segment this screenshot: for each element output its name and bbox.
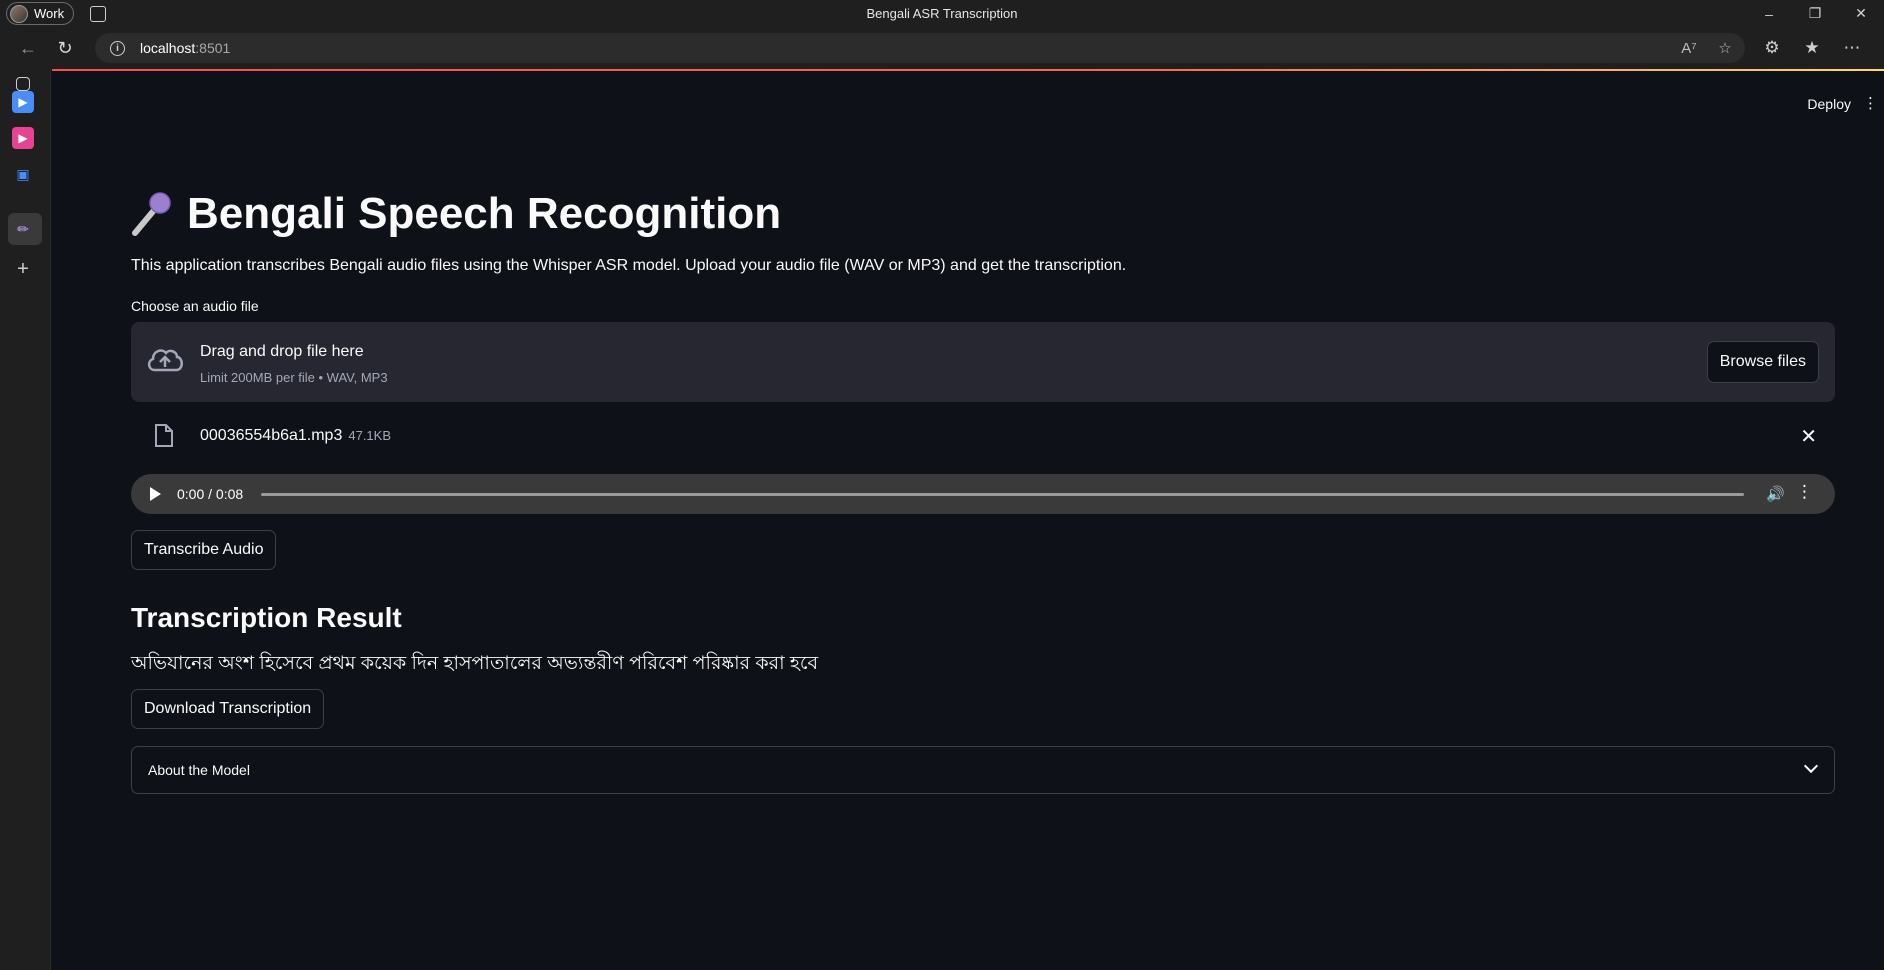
page-title: Bengali Speech Recognition xyxy=(187,189,782,238)
transcribe-wrapper: Transcribe Audio xyxy=(131,530,277,570)
sidebar-app-pink-icon[interactable]: ▶ xyxy=(12,127,34,149)
remove-file-icon[interactable]: ✕ xyxy=(1800,424,1817,449)
window-title: Bengali ASR Transcription xyxy=(866,6,1018,21)
read-aloud-icon[interactable]: A⁷ xyxy=(1679,38,1699,58)
browse-files-button[interactable]: Browse files xyxy=(1706,341,1819,383)
reload-icon[interactable]: ↻ xyxy=(48,31,82,65)
result-heading: Transcription Result xyxy=(131,602,402,633)
download-wrapper: Download Transcription xyxy=(131,689,325,729)
url-port: :8501 xyxy=(195,40,231,56)
audio-time: 0:00 / 0:08 xyxy=(177,486,244,502)
profile-label: Work xyxy=(34,6,65,21)
play-icon[interactable] xyxy=(150,487,161,501)
sidebar-mic-tab-icon[interactable]: ✏ xyxy=(12,218,34,240)
deploy-button[interactable]: Deploy xyxy=(1807,96,1851,112)
transcribe-audio-button[interactable]: Transcribe Audio xyxy=(131,530,277,570)
back-arrow-icon[interactable]: ← xyxy=(11,31,45,65)
browser-title-bar: Work Bengali ASR Transcription – ❐ ✕ xyxy=(0,0,1884,27)
sidebar-app-blue-icon[interactable]: ▶ xyxy=(12,91,34,113)
transcription-text: অভিযানের অংশ হিসেবে প্রথম কয়েক দিন হাসপ… xyxy=(131,653,819,674)
window-controls: – ❐ ✕ xyxy=(1746,0,1884,27)
file-icon xyxy=(155,424,173,447)
audio-player: 0:00 / 0:08 🔊 ⋮ xyxy=(131,474,1835,514)
extensions-icon[interactable]: ⚙ xyxy=(1759,35,1785,61)
close-window-icon[interactable]: ✕ xyxy=(1838,0,1884,27)
more-menu-icon[interactable]: ⋯ xyxy=(1839,35,1865,61)
app-description: This application transcribes Bengali aud… xyxy=(131,257,1127,274)
address-bar[interactable]: i localhost:8501 A⁷ ☆ xyxy=(95,33,1745,63)
file-dropzone[interactable]: Drag and drop file here Limit 200MB per … xyxy=(131,322,1835,402)
file-name-text: 00036554b6a1.mp3 xyxy=(200,427,343,444)
title-row: Bengali Speech Recognition xyxy=(131,184,1835,244)
favorite-star-icon[interactable]: ☆ xyxy=(1715,38,1735,58)
favorites-icon[interactable]: ★ xyxy=(1799,35,1825,61)
url-host: localhost xyxy=(140,40,196,56)
profile-button[interactable]: Work xyxy=(6,2,75,25)
file-size: 47.1KB xyxy=(348,428,392,443)
app-main: Deploy ⋮ Bengali Speech Recognition This… xyxy=(52,71,1884,970)
dropzone-instructions: Drag and drop file here xyxy=(200,343,364,360)
site-info-icon[interactable]: i xyxy=(110,40,125,56)
expander-label: About the Model xyxy=(148,762,250,778)
microphone-icon xyxy=(132,192,171,236)
add-icon[interactable]: + xyxy=(12,258,34,280)
browser-toolbar: ← ↻ i localhost:8501 A⁷ ☆ ⚙ ★ ⋯ xyxy=(0,27,1884,69)
volume-icon[interactable]: 🔊 xyxy=(1766,485,1785,503)
chevron-down-icon[interactable] xyxy=(1803,758,1819,774)
audio-options-icon[interactable]: ⋮ xyxy=(1796,483,1813,500)
avatar xyxy=(10,4,28,23)
tab-actions-icon[interactable] xyxy=(16,77,30,91)
uploader-label: Choose an audio file xyxy=(131,298,259,314)
dropzone-limit: Limit 200MB per file • WAV, MP3 xyxy=(200,370,388,385)
uploaded-file-row: 00036554b6a1.mp3 47.1KB ✕ xyxy=(131,416,1835,458)
restore-icon[interactable]: ❐ xyxy=(1792,0,1838,27)
workspaces-icon[interactable] xyxy=(90,5,107,22)
url-text: localhost:8501 xyxy=(140,40,230,56)
minimize-icon[interactable]: – xyxy=(1746,0,1792,27)
uploaded-file-name: 00036554b6a1.mp3 47.1KB xyxy=(200,427,391,445)
cloud-upload-icon xyxy=(147,349,183,372)
download-transcription-button[interactable]: Download Transcription xyxy=(131,689,325,729)
sidebar-laptop-icon[interactable]: ▣ xyxy=(12,163,34,185)
about-model-expander[interactable]: About the Model xyxy=(131,746,1835,794)
audio-seek-bar[interactable] xyxy=(261,493,1744,496)
app-menu-icon[interactable]: ⋮ xyxy=(1863,96,1878,111)
browser-sidebar: ▶ ▶ ▣ ✏ + xyxy=(0,69,51,970)
